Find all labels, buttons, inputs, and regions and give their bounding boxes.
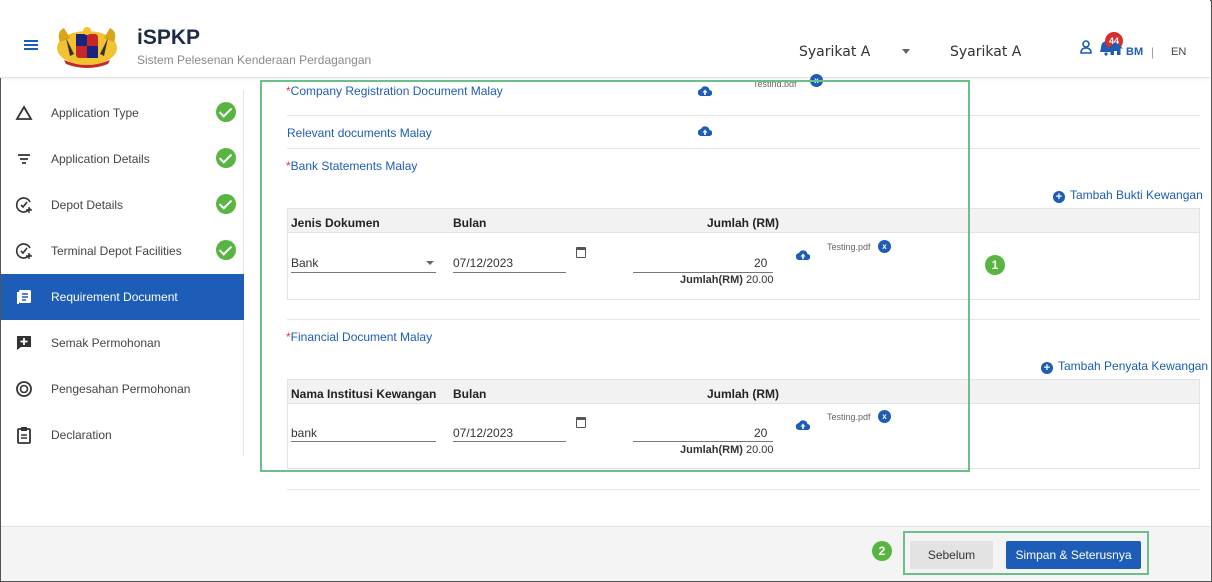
sidebar-item-label: Application Type <box>51 106 139 120</box>
app-subtitle: Sistem Pelesenan Kenderaan Perdagangan <box>137 53 372 67</box>
language-en[interactable]: EN <box>1171 46 1186 58</box>
plus-circle-icon: + <box>1053 191 1065 203</box>
coat-of-arms-logo <box>57 27 117 68</box>
app-title: iSPKP <box>137 26 201 49</box>
clipboard-icon <box>17 427 31 444</box>
save-next-button[interactable]: Simpan & Seterusnya <box>1006 541 1141 569</box>
company-select[interactable]: Syarikat A <box>799 44 870 60</box>
filter-icon <box>18 154 30 164</box>
top-header: iSPKP Sistem Pelesenan Kenderaan Perdaga… <box>0 0 1210 78</box>
add-bank-statement-link[interactable]: + Tambah Bukti Kewangan <box>1053 188 1203 203</box>
user-icon[interactable] <box>1080 40 1092 54</box>
sidebar-item-application-details[interactable]: Application Details <box>1 136 244 182</box>
menu-icon[interactable] <box>24 40 38 50</box>
sidebar-item-label: Declaration <box>51 428 112 442</box>
annotation-number-2: 2 <box>872 541 892 561</box>
company-name: Syarikat A <box>950 44 1022 60</box>
add-financial-statement-link[interactable]: + Tambah Penyata Kewangan <box>1041 359 1208 374</box>
divider <box>287 489 1200 490</box>
check-circle-icon <box>216 240 236 260</box>
sidebar-item-pengesahan-permohonan[interactable]: Pengesahan Permohonan <box>1 366 244 412</box>
sidebar-item-semak-permohonan[interactable]: Semak Permohonan <box>1 320 244 366</box>
annotation-number-1: 1 <box>985 255 1005 275</box>
target-icon <box>16 381 32 397</box>
sidebar-item-requirement-document[interactable]: Requirement Document <box>1 274 244 320</box>
document-icon <box>17 290 31 304</box>
sidebar-item-label: Depot Details <box>51 198 124 212</box>
plus-circle-icon: + <box>1041 362 1053 374</box>
check-circle-icon <box>216 148 236 168</box>
sidebar-item-declaration[interactable]: Declaration <box>1 412 244 458</box>
review-icon <box>17 336 31 350</box>
sidebar-item-label: Pengesahan Permohonan <box>51 382 191 396</box>
check-circle-icon <box>216 102 236 122</box>
check-add-icon <box>15 243 32 259</box>
annotation-box-1 <box>260 80 970 472</box>
sidebar-item-label: Semak Permohonan <box>51 336 161 350</box>
previous-button[interactable]: Sebelum <box>910 541 993 569</box>
sidebar-item-label: Terminal Depot Facilities <box>51 244 182 258</box>
check-add-icon <box>15 197 32 213</box>
sidebar-item-depot-details[interactable]: Depot Details <box>1 182 244 228</box>
triangle-icon <box>15 105 33 120</box>
home-icon[interactable] <box>1108 42 1123 55</box>
sidebar-steps: Application Type Application Details Dep… <box>1 90 244 456</box>
language-bm[interactable]: BM <box>1126 46 1143 58</box>
chevron-down-icon[interactable] <box>902 49 910 54</box>
sidebar-item-application-type[interactable]: Application Type <box>1 90 244 136</box>
sidebar-item-label: Requirement Document <box>51 290 178 304</box>
sidebar-item-terminal-depot-facilities[interactable]: Terminal Depot Facilities <box>1 228 244 274</box>
language-separator: | <box>1151 45 1155 59</box>
sidebar-item-label: Application Details <box>51 152 150 166</box>
check-circle-icon <box>216 194 236 214</box>
